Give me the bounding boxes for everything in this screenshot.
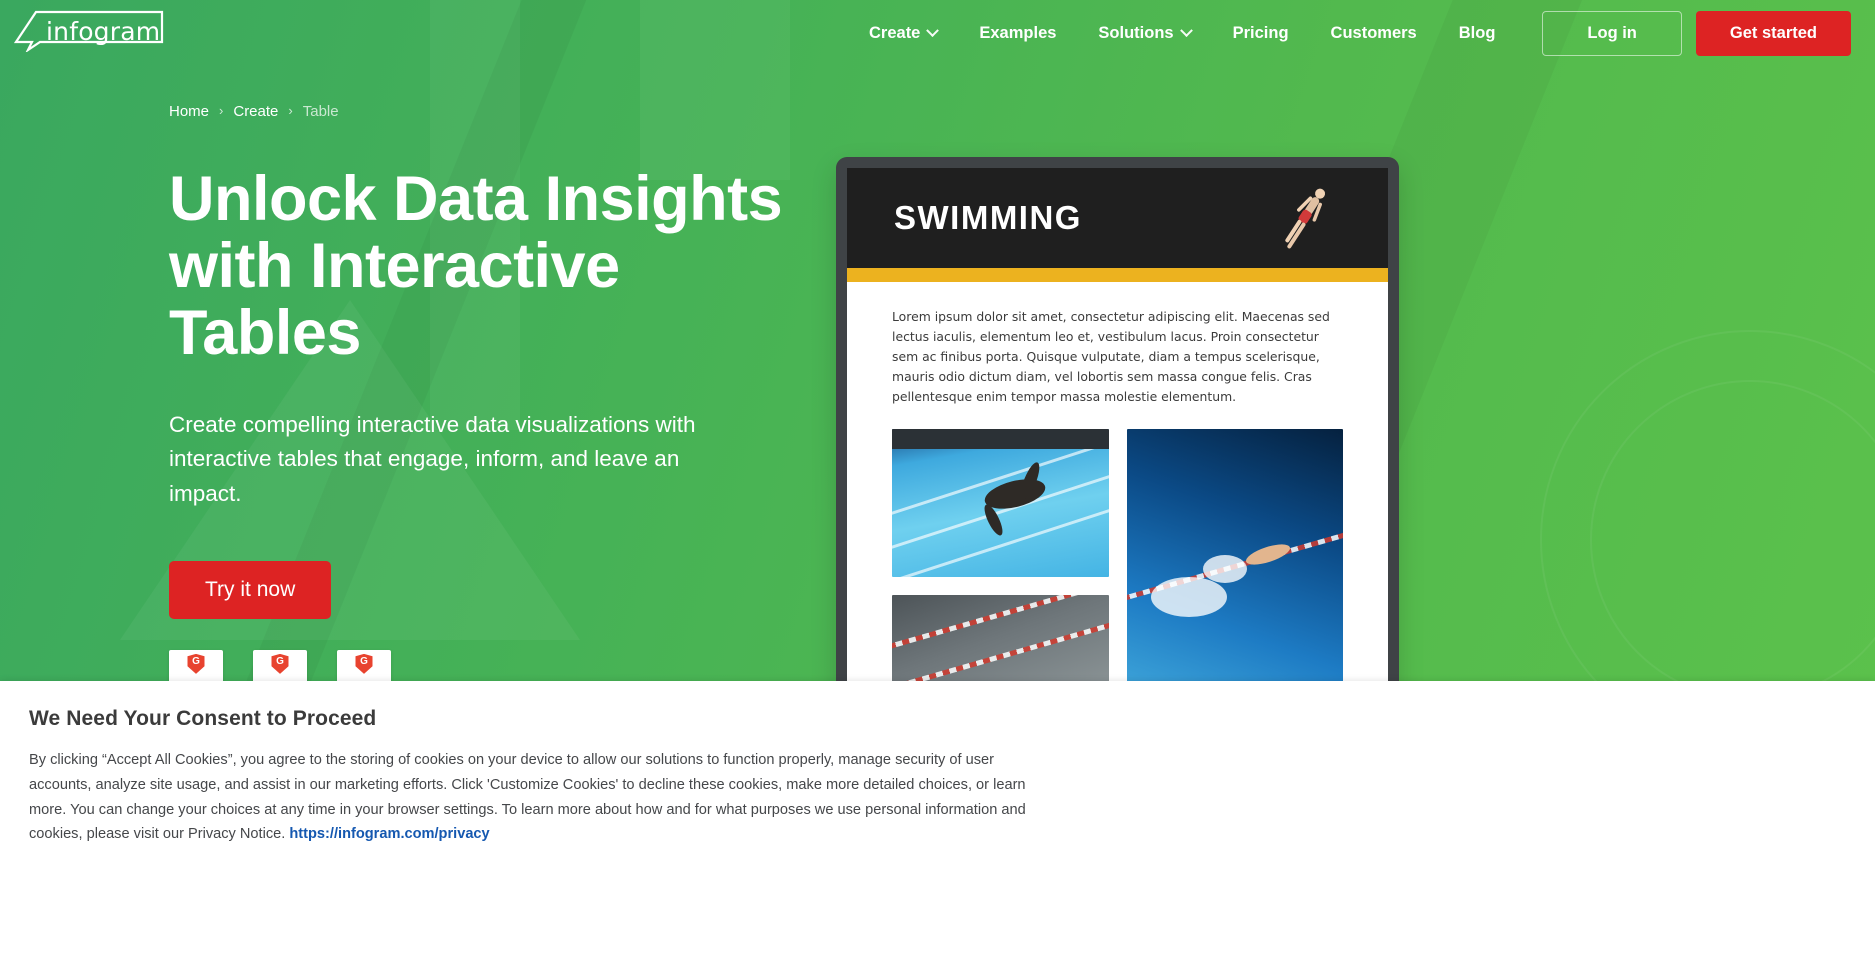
mockup-body: Lorem ipsum dolor sit amet, consectetur …: [847, 282, 1388, 696]
breadcrumb-item-table: Table: [302, 103, 339, 120]
login-button[interactable]: Log in: [1542, 10, 1682, 56]
page-title-line-3: Tables: [169, 297, 361, 368]
breadcrumb-separator-icon: ›: [219, 103, 224, 118]
nav-item-solutions[interactable]: Solutions: [1077, 24, 1211, 43]
mockup-title: SWIMMING: [894, 199, 1082, 236]
cookie-consent-banner: We Need Your Consent to Proceed By click…: [0, 681, 1875, 971]
laptop-mockup: SWIMMING Lorem ipsum dolor sit amet, con…: [836, 157, 1399, 697]
g2-shield-icon: G: [187, 653, 205, 674]
hero-section: Unlock Data Insights with Interactive Ta…: [169, 166, 789, 722]
accent-bar: [847, 268, 1388, 282]
page-title-line-1: Unlock Data Insights: [169, 164, 783, 234]
diver-illustration-icon: [1285, 188, 1326, 249]
nav-item-label: Create: [869, 23, 921, 42]
cookie-banner-body-text: By clicking “Accept All Cookies”, you ag…: [29, 752, 1026, 843]
logo[interactable]: infogram: [0, 0, 180, 66]
nav-item-examples[interactable]: Examples: [958, 24, 1077, 43]
breadcrumb-item-create[interactable]: Create: [233, 103, 278, 120]
hero-subtitle: Create compelling interactive data visua…: [169, 412, 696, 506]
page-title-line-2: with Interactive: [169, 230, 620, 301]
privacy-notice-link[interactable]: https://infogram.com/privacy: [289, 826, 489, 842]
cookie-text-block: We Need Your Consent to Proceed By click…: [29, 707, 1039, 847]
cookie-banner-title: We Need Your Consent to Proceed: [29, 707, 377, 730]
nav-item-label: Examples: [979, 23, 1057, 42]
chevron-down-icon: [926, 23, 940, 37]
laptop-screen: SWIMMING Lorem ipsum dolor sit amet, con…: [847, 168, 1388, 697]
nav-item-label: Customers: [1330, 23, 1417, 42]
cookie-banner-inner: We Need Your Consent to Proceed By click…: [0, 681, 1875, 847]
photo-swimmer-diving: [892, 429, 1109, 578]
g2-shield-icon: G: [355, 653, 373, 674]
nav-item-pricing[interactable]: Pricing: [1212, 24, 1310, 43]
nav-item-create[interactable]: Create: [848, 24, 958, 43]
nav-links: Create Examples Solutions Pricing Custom…: [848, 10, 1851, 56]
chevron-down-icon: [1179, 23, 1193, 37]
nav-item-label: Pricing: [1232, 23, 1289, 42]
nav-item-blog[interactable]: Blog: [1438, 24, 1517, 43]
top-navigation-bar: infogram Create Examples Solutions Prici…: [0, 0, 1875, 66]
nav-item-customers[interactable]: Customers: [1310, 24, 1438, 43]
nav-item-label: Solutions: [1098, 23, 1174, 42]
breadcrumb: Home › Create › Table: [169, 103, 1875, 120]
mockup-photo-grid: [892, 429, 1343, 696]
nav-item-label: Blog: [1458, 23, 1496, 42]
photo-swimmer-lane: [1126, 429, 1343, 696]
landing-page: infogram Create Examples Solutions Prici…: [0, 0, 1875, 971]
cookie-banner-body: By clicking “Accept All Cookies”, you ag…: [29, 748, 1039, 847]
get-started-button[interactable]: Get started: [1695, 10, 1851, 56]
breadcrumb-item-home[interactable]: Home: [169, 103, 209, 120]
mockup-header: SWIMMING: [847, 168, 1388, 268]
logo-text: infogram: [46, 17, 161, 46]
try-it-now-button[interactable]: Try it now: [169, 560, 332, 619]
page-title: Unlock Data Insights with Interactive Ta…: [169, 166, 789, 366]
g2-shield-icon: G: [271, 653, 289, 674]
mockup-paragraph: Lorem ipsum dolor sit amet, consectetur …: [892, 309, 1330, 405]
breadcrumb-separator-icon: ›: [288, 103, 293, 118]
